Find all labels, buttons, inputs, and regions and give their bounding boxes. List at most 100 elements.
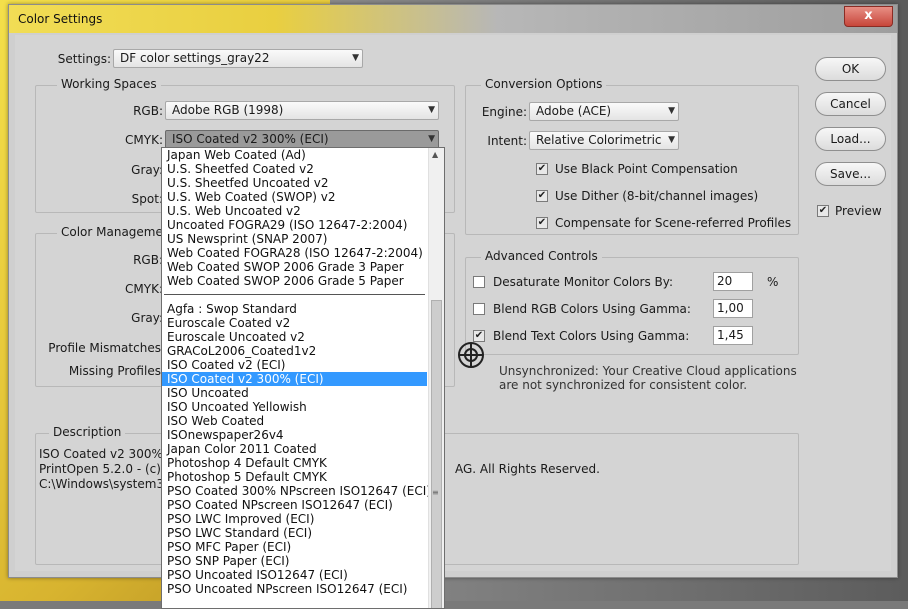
- dropdown-item[interactable]: PSO LWC Improved (ECI): [162, 512, 427, 526]
- dropdown-scrollbar[interactable]: ▲ ≡: [428, 148, 444, 608]
- missing-profiles-label: Missing Profiles:: [68, 364, 165, 378]
- dropdown-item[interactable]: ISO Coated v2 300% (ECI): [162, 372, 427, 386]
- dropdown-separator: [162, 288, 427, 302]
- dropdown-item[interactable]: U.S. Web Uncoated v2: [162, 204, 427, 218]
- dropdown-item[interactable]: Web Coated SWOP 2006 Grade 3 Paper: [162, 260, 427, 274]
- desaturate-unit: %: [767, 275, 779, 289]
- dropdown-item[interactable]: Agfa : Swop Standard: [162, 302, 427, 316]
- blend-rgb-checkbox[interactable]: [473, 303, 485, 315]
- description-line-1: ISO Coated v2 300%: [39, 447, 163, 461]
- scrollbar-thumb[interactable]: [431, 300, 442, 608]
- ws-gray-label: Gray:: [131, 163, 163, 177]
- description-line-2: PrintOpen 5.2.0 - (c): [39, 462, 161, 476]
- close-button[interactable]: x: [844, 6, 893, 27]
- dropdown-item[interactable]: Japan Color 2011 Coated: [162, 442, 427, 456]
- title-bar[interactable]: Color Settings x: [9, 5, 897, 33]
- chevron-down-icon: ▼: [428, 134, 435, 144]
- black-point-label: Use Black Point Compensation: [555, 162, 738, 176]
- dropdown-item[interactable]: ISO Web Coated: [162, 414, 427, 428]
- dropdown-item[interactable]: US Newsprint (SNAP 2007): [162, 232, 427, 246]
- cm-cmyk-label: CMYK:: [125, 282, 163, 296]
- dropdown-item[interactable]: U.S. Sheetfed Coated v2: [162, 162, 427, 176]
- desaturate-label: Desaturate Monitor Colors By:: [493, 275, 674, 289]
- chevron-down-icon: ▼: [668, 135, 675, 145]
- dropdown-item[interactable]: PSO Uncoated ISO12647 (ECI): [162, 568, 427, 582]
- dropdown-item[interactable]: ISOnewspaper26v4: [162, 428, 427, 442]
- intent-value: Relative Colorimetric: [536, 133, 662, 147]
- save-button[interactable]: Save...: [815, 162, 886, 186]
- dropdown-item[interactable]: PSO MFC Paper (ECI): [162, 540, 427, 554]
- blend-rgb-label: Blend RGB Colors Using Gamma:: [493, 302, 691, 316]
- scene-referred-checkbox[interactable]: ✔: [536, 217, 548, 229]
- description-line-3: C:\Windows\system32: [39, 477, 172, 491]
- dropdown-item[interactable]: ISO Coated v2 (ECI): [162, 358, 427, 372]
- cm-rgb-label: RGB:: [133, 253, 163, 267]
- dropdown-item[interactable]: Japan Web Coated (Ad): [162, 148, 427, 162]
- load-button[interactable]: Load...: [815, 127, 886, 151]
- chevron-down-icon: ▼: [352, 53, 359, 63]
- black-point-checkbox[interactable]: ✔: [536, 163, 548, 175]
- settings-value: DF color settings_gray22: [120, 51, 270, 65]
- dropdown-item[interactable]: Photoshop 5 Default CMYK: [162, 470, 427, 484]
- ws-cmyk-value: ISO Coated v2 300% (ECI): [172, 132, 329, 146]
- conversion-options-title: Conversion Options: [481, 77, 607, 91]
- cmyk-profile-list: Japan Web Coated (Ad) U.S. Sheetfed Coate…: [162, 148, 431, 596]
- dropdown-item[interactable]: PSO SNP Paper (ECI): [162, 554, 427, 568]
- intent-select[interactable]: Relative Colorimetric ▼: [529, 131, 679, 150]
- scene-referred-label: Compensate for Scene-referred Profiles: [555, 216, 792, 230]
- cmyk-profile-dropdown[interactable]: Japan Web Coated (Ad) U.S. Sheetfed Coate…: [161, 147, 445, 609]
- settings-select[interactable]: DF color settings_gray22 ▼: [113, 49, 363, 68]
- profile-mismatches-label: Profile Mismatches:: [48, 341, 165, 355]
- dropdown-item[interactable]: U.S. Sheetfed Uncoated v2: [162, 176, 427, 190]
- dither-checkbox[interactable]: ✔: [536, 190, 548, 202]
- dropdown-item[interactable]: Photoshop 4 Default CMYK: [162, 456, 427, 470]
- blend-text-label: Blend Text Colors Using Gamma:: [493, 329, 690, 343]
- ws-cmyk-label: CMYK:: [125, 133, 163, 147]
- cm-gray-label: Gray:: [131, 311, 163, 325]
- blend-text-input[interactable]: 1,45: [713, 326, 753, 345]
- dropdown-item[interactable]: PSO LWC Standard (ECI): [162, 526, 427, 540]
- ok-button[interactable]: OK: [815, 57, 886, 81]
- dropdown-item[interactable]: Euroscale Coated v2: [162, 316, 427, 330]
- dropdown-item[interactable]: U.S. Web Coated (SWOP) v2: [162, 190, 427, 204]
- dropdown-item[interactable]: PSO Coated NPscreen ISO12647 (ECI): [162, 498, 427, 512]
- engine-label: Engine:: [481, 105, 527, 119]
- dropdown-item[interactable]: PSO Uncoated NPscreen ISO12647 (ECI): [162, 582, 427, 596]
- window-title: Color Settings: [18, 12, 103, 26]
- advanced-controls-title: Advanced Controls: [481, 249, 602, 263]
- ws-rgb-label: RGB:: [133, 104, 163, 118]
- chevron-down-icon: ▼: [428, 105, 435, 115]
- settings-label: Settings:: [57, 52, 111, 66]
- scroll-up-arrow-icon[interactable]: ▲: [432, 150, 438, 159]
- scrollbar-grip-icon: ≡: [432, 488, 439, 497]
- blend-rgb-input[interactable]: 1,00: [713, 299, 753, 318]
- unsync-line-1: Unsynchronized: Your Creative Cloud appl…: [499, 364, 797, 378]
- color-sync-warning-icon: [458, 342, 484, 368]
- ws-rgb-value: Adobe RGB (1998): [172, 103, 284, 117]
- working-spaces-title: Working Spaces: [57, 77, 161, 91]
- unsync-line-2: are not synchronized for consistent colo…: [499, 378, 748, 392]
- chevron-down-icon: ▼: [668, 106, 675, 116]
- intent-label: Intent:: [487, 134, 527, 148]
- engine-select[interactable]: Adobe (ACE) ▼: [529, 102, 679, 121]
- preview-checkbox[interactable]: ✔: [817, 205, 829, 217]
- ws-rgb-select[interactable]: Adobe RGB (1998) ▼: [165, 101, 439, 120]
- dropdown-item[interactable]: PSO Coated 300% NPscreen ISO12647 (ECI): [162, 484, 431, 498]
- dropdown-item[interactable]: Uncoated FOGRA29 (ISO 12647-2:2004): [162, 218, 427, 232]
- preview-label: Preview: [835, 204, 882, 218]
- desaturate-checkbox[interactable]: [473, 276, 485, 288]
- dropdown-item[interactable]: ISO Uncoated: [162, 386, 427, 400]
- color-settings-dialog: Color Settings x Settings: DF color sett…: [8, 4, 898, 578]
- description-copyright: AG. All Rights Reserved.: [455, 462, 600, 476]
- cancel-button[interactable]: Cancel: [815, 92, 886, 116]
- description-title: Description: [49, 425, 126, 439]
- dropdown-item[interactable]: Euroscale Uncoated v2: [162, 330, 427, 344]
- dropdown-item[interactable]: ISO Uncoated Yellowish: [162, 400, 427, 414]
- engine-value: Adobe (ACE): [536, 104, 612, 118]
- desaturate-input[interactable]: 20: [713, 272, 753, 291]
- dialog-body: Settings: DF color settings_gray22 ▼ Wor…: [15, 35, 891, 571]
- dropdown-item[interactable]: GRACoL2006_Coated1v2: [162, 344, 427, 358]
- ws-spot-label: Spot:: [131, 192, 163, 206]
- dropdown-item[interactable]: Web Coated SWOP 2006 Grade 5 Paper: [162, 274, 427, 288]
- dropdown-item[interactable]: Web Coated FOGRA28 (ISO 12647-2:2004): [162, 246, 427, 260]
